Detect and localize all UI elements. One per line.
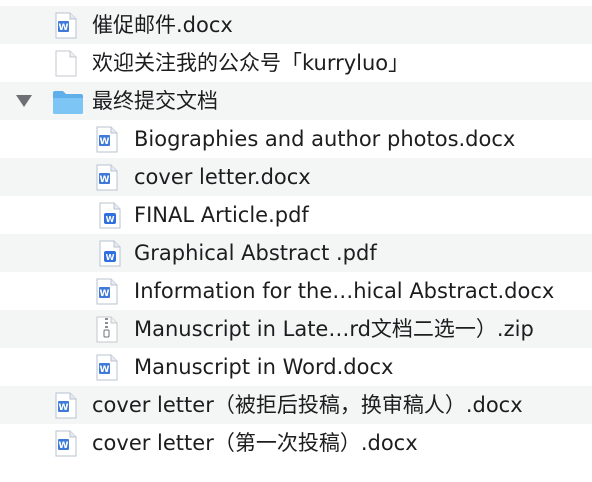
folder-icon	[53, 91, 83, 114]
file-name: cover letter（第一次投稿）.docx	[92, 431, 418, 455]
svg-text:W: W	[100, 175, 110, 185]
list-item[interactable]: W Biographies and author photos.docx	[0, 120, 592, 158]
word-doc-icon: W	[96, 164, 118, 191]
file-name: 催促邮件.docx	[92, 13, 233, 37]
list-item[interactable]: W Information for the…hical Abstract.doc…	[0, 272, 592, 310]
list-item[interactable]: Manuscript in Late…rd文档二选一）.zip	[0, 310, 592, 348]
list-item[interactable]: 最终提交文档	[0, 82, 592, 120]
list-item[interactable]: W Manuscript in Word.docx	[0, 348, 592, 386]
svg-text:W: W	[100, 137, 110, 147]
word-doc-icon: W	[55, 12, 77, 39]
svg-text:W: W	[106, 215, 115, 224]
list-item[interactable]: W cover letter（被拒后投稿，换审稿人）.docx	[0, 386, 592, 424]
file-name: Graphical Abstract .pdf	[134, 241, 377, 265]
word-doc-icon: W	[96, 126, 118, 153]
list-item[interactable]: W cover letter（第一次投稿）.docx	[0, 424, 592, 462]
finder-file-list: W 催促邮件.docx 欢迎关注我的公众号「kurryluo」 最终提交文档 W…	[0, 0, 592, 482]
word-doc-icon: W	[96, 278, 118, 305]
blank-file-icon	[55, 50, 77, 77]
file-name: 欢迎关注我的公众号「kurryluo」	[92, 51, 410, 75]
pdf-icon: W	[99, 240, 121, 267]
file-name: FINAL Article.pdf	[134, 203, 309, 227]
list-item[interactable]: W FINAL Article.pdf	[0, 196, 592, 234]
svg-text:W: W	[59, 441, 69, 451]
file-name: Manuscript in Word.docx	[134, 355, 394, 379]
file-name: cover letter（被拒后投稿，换审稿人）.docx	[92, 393, 523, 417]
svg-text:W: W	[100, 289, 110, 299]
pdf-icon: W	[99, 202, 121, 229]
file-name: Biographies and author photos.docx	[134, 127, 516, 151]
file-name: Manuscript in Late…rd文档二选一）.zip	[134, 317, 534, 341]
svg-text:W: W	[106, 253, 115, 262]
word-doc-icon: W	[96, 354, 118, 381]
list-item[interactable]: 欢迎关注我的公众号「kurryluo」	[0, 44, 592, 82]
file-name: cover letter.docx	[134, 165, 311, 189]
list-item[interactable]: W Graphical Abstract .pdf	[0, 234, 592, 272]
zip-icon	[96, 316, 118, 343]
disclosure-triangle-expanded-icon[interactable]	[15, 94, 33, 108]
folder-name: 最终提交文档	[92, 89, 218, 113]
svg-text:W: W	[59, 403, 69, 413]
svg-text:W: W	[100, 365, 110, 375]
list-item[interactable]: W cover letter.docx	[0, 158, 592, 196]
word-doc-icon: W	[55, 430, 77, 457]
word-doc-icon: W	[55, 392, 77, 419]
svg-text:W: W	[59, 23, 69, 33]
list-item[interactable]: W 催促邮件.docx	[0, 6, 592, 44]
file-name: Information for the…hical Abstract.docx	[134, 279, 555, 303]
